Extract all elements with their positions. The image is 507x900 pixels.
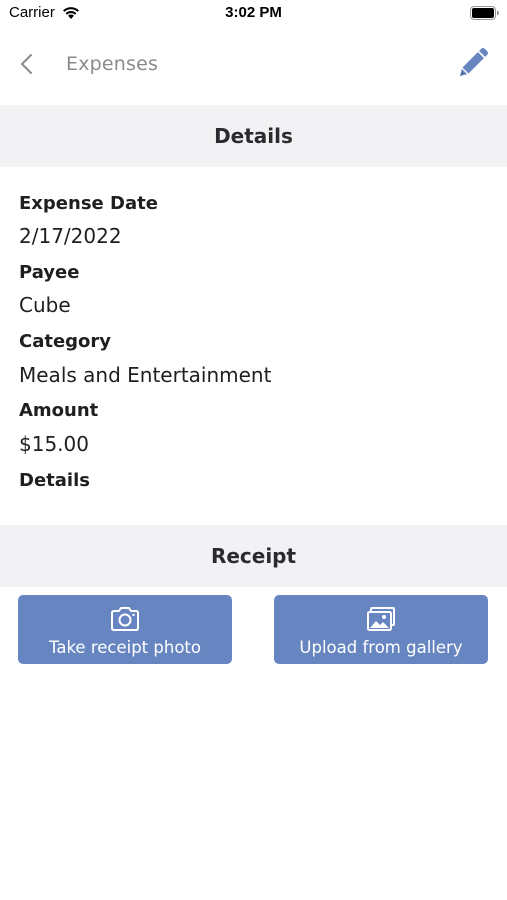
chevron-left-icon bbox=[21, 54, 32, 74]
details-section-header: Details bbox=[0, 105, 507, 167]
back-label: Expenses bbox=[66, 53, 159, 75]
expense-date-label: Expense Date bbox=[19, 193, 158, 214]
back-button[interactable]: Expenses bbox=[18, 46, 158, 82]
camera-icon bbox=[111, 607, 139, 631]
expense-date-value: 2/17/2022 bbox=[19, 224, 122, 248]
take-receipt-photo-label: Take receipt photo bbox=[49, 638, 201, 657]
amount-label: Amount bbox=[19, 400, 99, 421]
payee-value: Cube bbox=[19, 293, 71, 317]
battery-icon bbox=[470, 6, 499, 20]
category-value: Meals and Entertainment bbox=[19, 363, 272, 387]
payee-label: Payee bbox=[19, 262, 80, 283]
details-label: Details bbox=[19, 470, 90, 491]
status-time: 3:02 PM bbox=[225, 4, 282, 21]
amount-value: $15.00 bbox=[19, 432, 89, 456]
upload-from-gallery-button[interactable]: Upload from gallery bbox=[274, 595, 488, 664]
pencil-icon[interactable] bbox=[454, 44, 492, 82]
status-bar: Carrier 3:02 PM bbox=[0, 0, 507, 28]
category-label: Category bbox=[19, 331, 112, 352]
upload-from-gallery-label: Upload from gallery bbox=[299, 638, 463, 657]
gallery-icon bbox=[367, 607, 395, 631]
expense-detail-screen: Carrier 3:02 PM Expenses Details Expense… bbox=[0, 0, 507, 900]
receipt-section-header: Receipt bbox=[0, 525, 507, 587]
take-receipt-photo-button[interactable]: Take receipt photo bbox=[18, 595, 232, 664]
navigation-bar: Expenses bbox=[0, 36, 507, 92]
